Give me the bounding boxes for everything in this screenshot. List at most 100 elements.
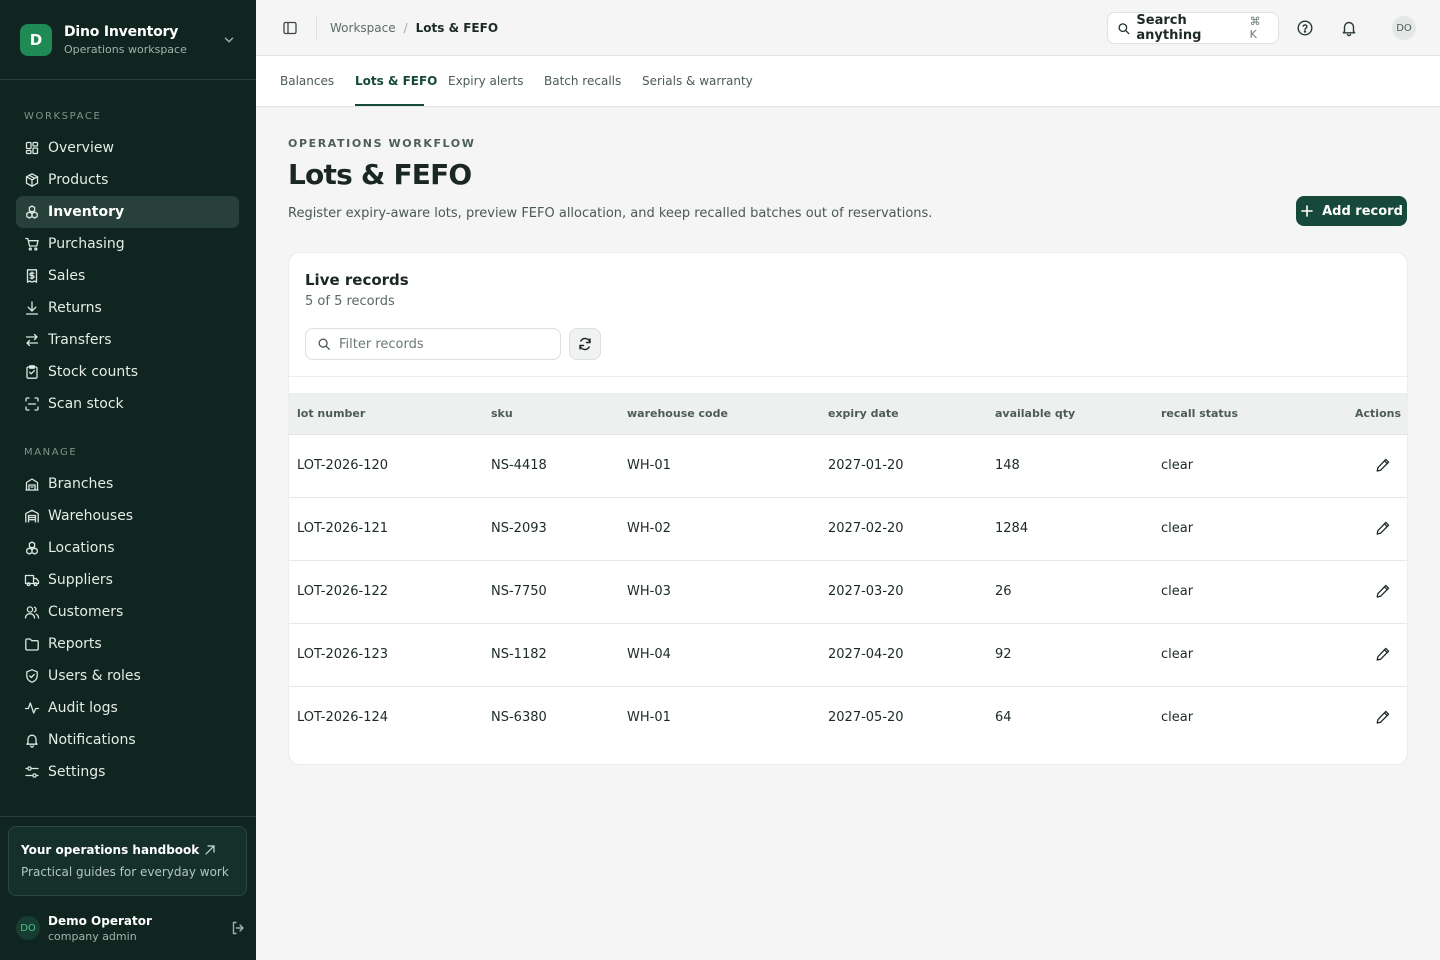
- expiry-date-cell: 2027-03-20: [828, 584, 904, 599]
- sidebar-item-reports[interactable]: Reports: [16, 628, 239, 660]
- sidebar-item-inventory[interactable]: Inventory: [16, 196, 239, 228]
- sidebar-item-scan-stock[interactable]: Scan stock: [16, 388, 239, 420]
- sidebar-item-stock-counts[interactable]: Stock counts: [16, 356, 239, 388]
- available-qty-cell: 148: [995, 458, 1020, 473]
- available-qty-cell: 1284: [995, 521, 1029, 536]
- table-row[interactable]: LOT-2026-121 NS-2093 WH-02 2027-02-20 1284 cl…: [289, 497, 1407, 560]
- expiry-date-cell: 2027-05-20: [828, 710, 904, 726]
- recall-status-cell: clear: [1161, 521, 1194, 536]
- recall-status-cell: clear: [1161, 458, 1194, 473]
- arrow-down-icon: [25, 301, 39, 315]
- sidebar-item-label: Scan stock: [48, 396, 124, 412]
- lot-number-cell: LOT-2026-121: [297, 521, 389, 536]
- user-profile: DO Demo Operator company admin: [16, 910, 246, 946]
- sliders-icon: [25, 766, 39, 778]
- column-header-warehouse-code[interactable]: warehouse code: [619, 393, 820, 435]
- sidebar-item-transfers[interactable]: Transfers: [16, 324, 239, 356]
- sku-cell: NS-1182: [491, 647, 547, 662]
- column-header-expiry-date[interactable]: expiry date: [820, 393, 987, 435]
- sidebar-item-purchasing[interactable]: Purchasing: [16, 228, 239, 260]
- sidebar-toggle-icon[interactable]: [282, 20, 298, 36]
- sidebar-item-users-roles[interactable]: Users & roles: [16, 660, 239, 692]
- filter-input[interactable]: [339, 336, 539, 352]
- column-header-sku[interactable]: sku: [483, 393, 619, 435]
- logout-icon[interactable]: [230, 920, 246, 936]
- warehouse-code-cell: WH-01: [627, 710, 671, 726]
- sidebar-item-overview[interactable]: Overview: [16, 132, 239, 164]
- actions-cell: [1303, 623, 1407, 686]
- receipt-icon: [26, 269, 38, 283]
- sidebar-item-settings[interactable]: Settings: [16, 756, 239, 788]
- sidebar-item-label: Purchasing: [48, 236, 125, 252]
- page-description: Register expiry-aware lots, preview FEFO…: [288, 206, 933, 221]
- edit-button[interactable]: [1373, 581, 1393, 601]
- filter-field[interactable]: [305, 328, 561, 360]
- keyboard-shortcut: ⌘ K: [1249, 15, 1261, 41]
- add-record-button[interactable]: Add record: [1296, 196, 1407, 226]
- breadcrumb-workspace[interactable]: Workspace: [330, 21, 396, 35]
- recall-status-cell: clear: [1161, 647, 1194, 662]
- edit-button[interactable]: [1373, 707, 1393, 727]
- sidebar-item-label: Warehouses: [48, 508, 134, 524]
- sidebar-item-label: Products: [48, 172, 109, 188]
- column-header-available-qty[interactable]: available qty: [987, 393, 1153, 435]
- tab-batch-recalls[interactable]: Batch recalls: [544, 74, 621, 88]
- users-icon: [24, 606, 40, 619]
- sidebar-item-notifications[interactable]: Notifications: [16, 724, 239, 756]
- sidebar-item-locations[interactable]: Locations: [16, 532, 239, 564]
- handbook-card[interactable]: Your operations handbook Practical guide…: [8, 826, 247, 896]
- tab-lots-fefo[interactable]: Lots & FEFO: [355, 74, 437, 88]
- actions-cell: [1303, 434, 1407, 497]
- sidebar-item-label: Returns: [48, 300, 102, 316]
- sidebar-item-products[interactable]: Products: [16, 164, 239, 196]
- table-row[interactable]: LOT-2026-120 NS-4418 WH-01 2027-01-20 148 cle…: [289, 434, 1407, 497]
- search-label: Search anything: [1136, 13, 1202, 43]
- edit-button[interactable]: [1373, 518, 1393, 538]
- sidebar-item-branches[interactable]: Branches: [16, 468, 239, 500]
- sidebar-item-customers[interactable]: Customers: [16, 596, 239, 628]
- pencil-icon: [1376, 647, 1390, 661]
- table-row[interactable]: LOT-2026-124 NS-6380 WH-01 2027-05-20 64 clea…: [289, 686, 1407, 749]
- help-icon[interactable]: [1296, 19, 1314, 37]
- workspace-switcher[interactable]: D Dino Inventory Operations workspace: [0, 0, 256, 80]
- bell-icon[interactable]: [1340, 19, 1358, 37]
- pencil-icon: [1376, 521, 1390, 535]
- sidebar-item-warehouses[interactable]: Warehouses: [16, 500, 239, 532]
- tab-bar: Balances Lots & FEFO Expiry alerts Batch…: [256, 56, 1440, 107]
- sidebar-item-label: Inventory: [48, 204, 125, 220]
- chevron-down-icon[interactable]: [222, 33, 236, 47]
- avatar: DO: [16, 916, 40, 940]
- sidebar-item-label: Settings: [48, 764, 106, 780]
- edit-button[interactable]: [1373, 644, 1393, 664]
- user-name: Demo Operator: [48, 913, 152, 928]
- sidebar-item-audit-logs[interactable]: Audit logs: [16, 692, 239, 724]
- recall-status-cell: clear: [1161, 710, 1194, 726]
- refresh-button[interactable]: [569, 328, 601, 360]
- lot-number-cell: LOT-2026-122: [297, 584, 389, 599]
- sidebar-item-sales[interactable]: Sales: [16, 260, 239, 292]
- pencil-icon: [1376, 584, 1390, 598]
- pencil-icon: [1376, 458, 1390, 472]
- column-header-lot-number[interactable]: lot number: [289, 393, 483, 435]
- breadcrumb-current: Lots & FEFO: [415, 20, 499, 35]
- tab-serials-warranty[interactable]: Serials & warranty: [642, 74, 753, 88]
- topbar: Workspace / Lots & FEFO Search anything …: [256, 0, 1440, 56]
- card-title: Live records: [305, 271, 409, 289]
- breadcrumb-separator: /: [403, 20, 408, 35]
- records-card: Live records 5 of 5 records lot number s…: [288, 252, 1408, 765]
- sidebar-item-returns[interactable]: Returns: [16, 292, 239, 324]
- table-row[interactable]: LOT-2026-122 NS-7750 WH-03 2027-03-20 26 clea…: [289, 560, 1407, 623]
- edit-button[interactable]: [1373, 455, 1393, 475]
- add-record-label: Add record: [1322, 203, 1403, 219]
- expiry-date-cell: 2027-04-20: [828, 647, 904, 662]
- tab-balances[interactable]: Balances: [280, 74, 334, 88]
- table-row[interactable]: LOT-2026-123 NS-1182 WH-04 2027-04-20 92 clea…: [289, 623, 1407, 686]
- search-button[interactable]: Search anything ⌘ K: [1107, 12, 1279, 44]
- column-header-recall-status[interactable]: recall status: [1153, 393, 1303, 435]
- table-body: LOT-2026-120 NS-4418 WH-01 2027-01-20 148 cle…: [289, 434, 1407, 749]
- tab-expiry-alerts[interactable]: Expiry alerts: [448, 74, 523, 88]
- sidebar-item-suppliers[interactable]: Suppliers: [16, 564, 239, 596]
- lot-number-cell: LOT-2026-124: [297, 710, 389, 726]
- sku-cell: NS-6380: [491, 710, 547, 726]
- avatar[interactable]: DO: [1392, 16, 1416, 40]
